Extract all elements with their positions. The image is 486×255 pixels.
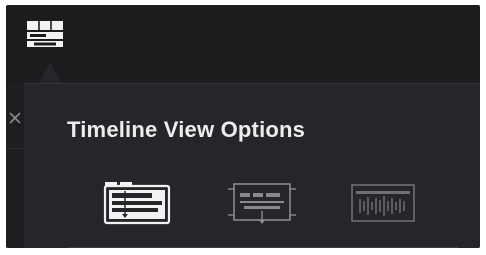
popover-arrow — [39, 62, 61, 83]
close-icon[interactable] — [8, 111, 22, 125]
stacked-timelines-icon — [103, 182, 171, 225]
stacked-timelines-option[interactable] — [103, 181, 171, 225]
panel-divider — [6, 148, 24, 149]
popover-divider — [68, 247, 458, 248]
timeline-view-options-popover: Timeline View Options — [24, 83, 480, 248]
app-window: Timeline View Options — [6, 5, 480, 248]
popover-title: Timeline View Options — [67, 117, 306, 142]
timeline-view-options-icon — [27, 21, 63, 47]
subtitle-tracks-icon — [228, 183, 296, 224]
audio-waveform-icon — [351, 184, 415, 222]
timeline-view-options-button[interactable] — [25, 18, 65, 52]
subtitle-tracks-option[interactable] — [226, 181, 298, 225]
audio-waveform-option[interactable] — [350, 183, 416, 223]
side-panel-edge — [6, 83, 24, 248]
